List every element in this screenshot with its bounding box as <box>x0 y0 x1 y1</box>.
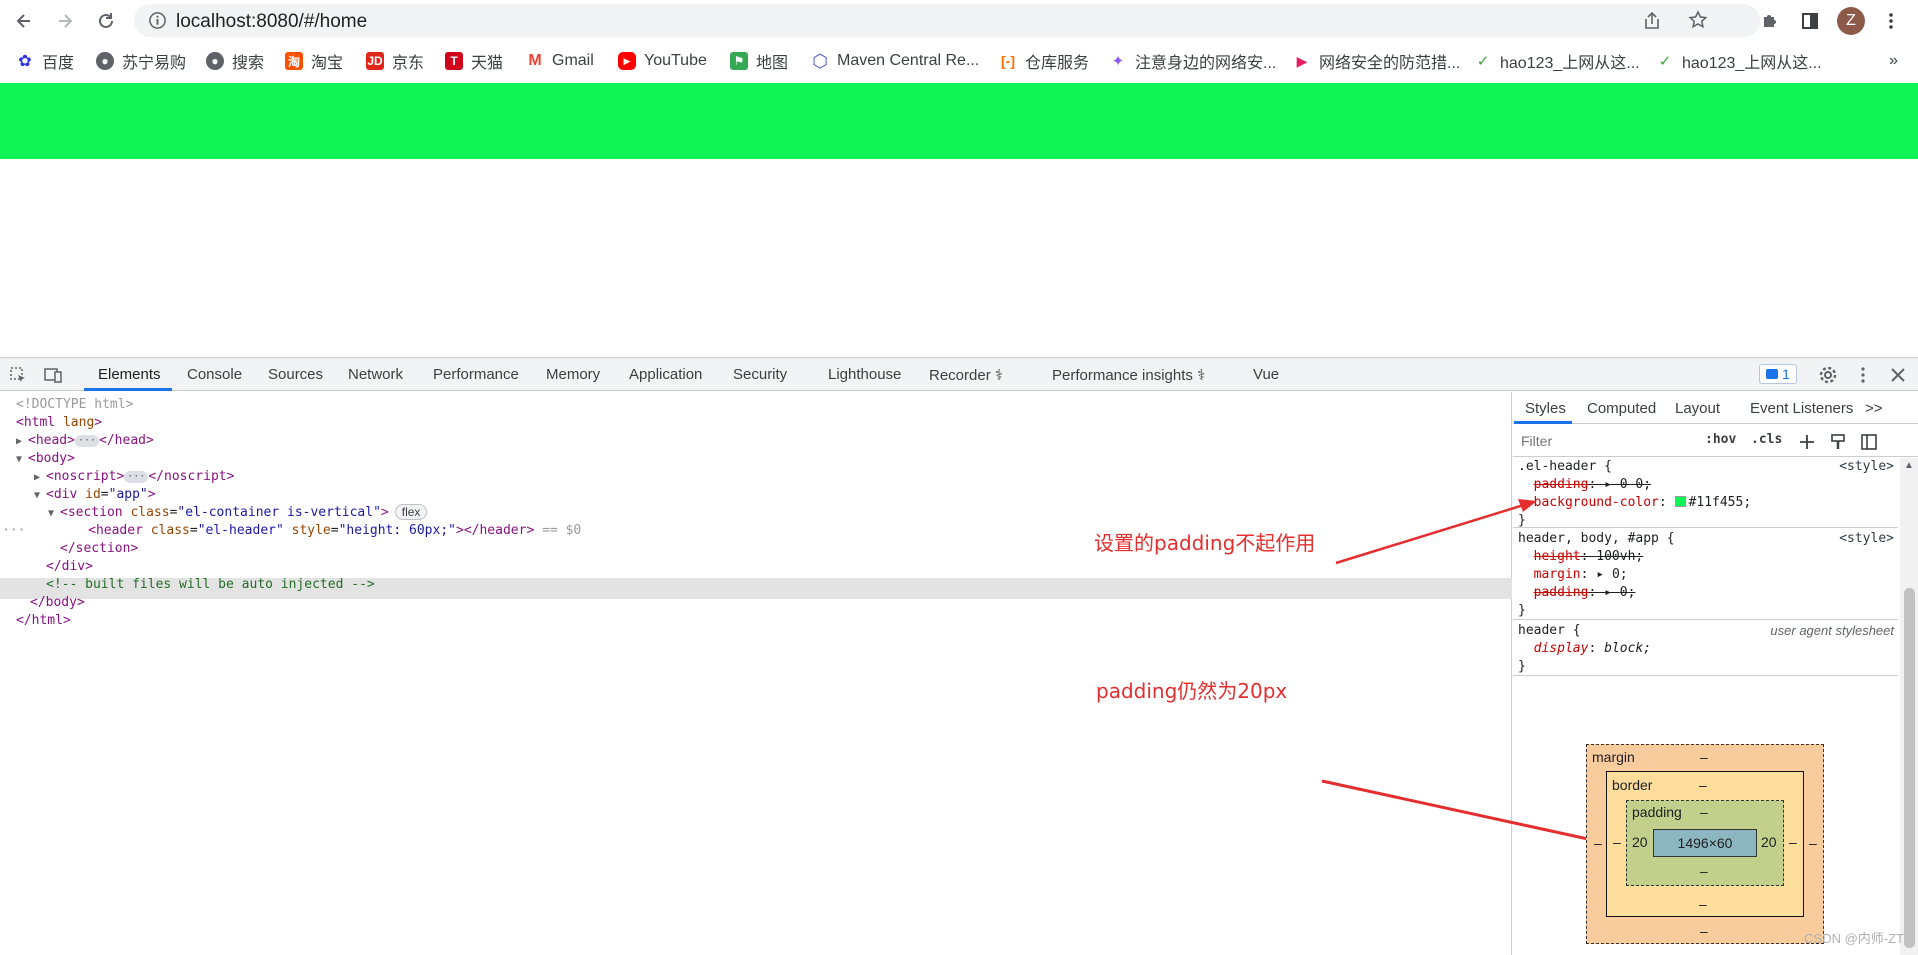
youtube-icon: ▶ <box>618 52 636 70</box>
side-panel-icon <box>1802 13 1818 29</box>
bookmark-label: 苏宁易购 <box>122 55 187 72</box>
reload-icon <box>99 13 113 28</box>
padding-label: padding <box>1632 804 1682 820</box>
bookmark-label: 仓库服务 <box>1025 55 1090 72</box>
page-el-header <box>0 83 1918 159</box>
margin-bottom-value[interactable]: – <box>1700 923 1708 939</box>
border-label: border <box>1612 777 1653 793</box>
bookmark-label: Maven Central Re... <box>837 52 980 69</box>
baidu-icon: ✿ <box>18 53 32 70</box>
border-right-value[interactable]: – <box>1789 834 1797 850</box>
tmall-icon: T <box>445 52 463 70</box>
page-main-area <box>0 159 1918 357</box>
bookmark-security-1[interactable]: ✦ 注意身边的网络安... <box>1109 50 1277 72</box>
bookmark-label: YouTube <box>644 52 707 69</box>
bookmark-baidu[interactable]: ✿ 百度 <box>16 50 74 72</box>
url-text[interactable]: localhost:8080/#/home <box>176 11 367 33</box>
info-icon[interactable] <box>148 11 167 30</box>
gmail-icon: M <box>528 52 542 69</box>
margin-label: margin <box>1592 749 1635 765</box>
bookmark-label: 百度 <box>42 55 75 72</box>
bookmark-tmall[interactable]: T 天猫 <box>445 50 503 72</box>
box-model-content[interactable]: 1496×60 <box>1653 829 1757 857</box>
bookmark-maps[interactable]: ⚑ 地图 <box>730 50 788 72</box>
bookmark-label: Gmail <box>552 52 594 69</box>
bilibili-icon: ✦ <box>1111 53 1125 70</box>
annotation-arrow-2 <box>1321 779 1621 848</box>
browser-menu-button[interactable] <box>1876 6 1906 36</box>
globe-icon: ● <box>96 52 114 70</box>
back-button[interactable] <box>9 6 39 36</box>
forward-button[interactable] <box>50 6 80 36</box>
bookmark-label: hao123_上网从这... <box>1682 55 1822 72</box>
puzzle-icon <box>1764 15 1776 27</box>
bookmark-taobao[interactable]: 淘淘宝 <box>285 50 343 72</box>
bookmark-label: 搜索 <box>232 55 265 72</box>
hao123-icon: ✓ <box>1658 53 1672 70</box>
bookmark-label: 网络安全的防范措... <box>1319 55 1461 72</box>
padding-left-value[interactable]: 20 <box>1632 834 1648 850</box>
annotation-arrow-1 <box>1335 502 1528 565</box>
kebab-menu-icon <box>1889 13 1893 29</box>
side-panel-button[interactable] <box>1795 6 1825 36</box>
share-icon[interactable] <box>1642 11 1662 31</box>
extensions-button[interactable] <box>1755 6 1785 36</box>
border-top-value[interactable]: – <box>1699 777 1707 793</box>
margin-top-value[interactable]: – <box>1700 749 1708 765</box>
aliyun-icon: [-] <box>1001 53 1015 69</box>
maps-icon: ⚑ <box>730 52 748 70</box>
globe-icon: ● <box>206 52 224 70</box>
address-bar[interactable]: localhost:8080/#/home <box>134 4 1760 37</box>
bookmark-label: 淘宝 <box>311 55 344 72</box>
bookmark-label: 注意身边的网络安... <box>1135 55 1277 72</box>
bookmark-suning[interactable]: ● 苏宁易购 <box>96 50 186 72</box>
bookmark-star-icon[interactable] <box>1688 10 1708 30</box>
border-left-value[interactable]: – <box>1613 834 1621 850</box>
bookmark-aliyun[interactable]: [-] 仓库服务 <box>999 50 1089 72</box>
hao123-icon: ✓ <box>1476 53 1490 70</box>
bookmark-gmail[interactable]: M Gmail <box>526 50 594 72</box>
bookmark-label: 地图 <box>756 55 789 72</box>
bookmark-search[interactable]: ● 搜索 <box>206 50 264 72</box>
bookmark-label: hao123_上网从这... <box>1500 55 1640 72</box>
back-arrow-icon <box>16 14 30 28</box>
margin-left-value[interactable]: – <box>1594 835 1602 851</box>
bookmark-label: 天猫 <box>471 55 504 72</box>
padding-right-value[interactable]: 20 <box>1761 834 1777 850</box>
bookmark-hao123-1[interactable]: ✓ hao123_上网从这... <box>1474 50 1640 72</box>
padding-top-value[interactable]: – <box>1700 804 1708 820</box>
play-icon: ▶ <box>1296 52 1308 69</box>
bookmark-label: 京东 <box>392 55 425 72</box>
profile-avatar[interactable]: Z <box>1837 7 1865 35</box>
border-bottom-value[interactable]: – <box>1699 896 1707 912</box>
forward-arrow-icon <box>59 14 73 28</box>
bookmarks-bar: ✿ 百度 ● 苏宁易购 ● 搜索 淘淘宝 JD 京东 T 天猫 M Gmail ▶ YouTu… <box>0 44 1918 78</box>
arrow-head-icon <box>1518 499 1537 512</box>
watermark-text: CSDN @内师-ZT <box>1804 931 1904 946</box>
reload-button[interactable] <box>91 6 121 36</box>
jd-icon: JD <box>366 52 384 70</box>
bookmark-youtube[interactable]: ▶ YouTube <box>618 50 707 72</box>
browser-toolbar: localhost:8080/#/home Z <box>0 0 1918 41</box>
padding-bottom-value[interactable]: – <box>1700 863 1708 879</box>
maven-icon: ⬡ <box>812 50 828 71</box>
bookmark-hao123-2[interactable]: ✓ hao123_上网从这... <box>1656 50 1822 72</box>
bookmark-jd[interactable]: JD 京东 <box>366 50 424 72</box>
bookmark-security-2[interactable]: ▶ 网络安全的防范措... <box>1293 50 1461 73</box>
bookmark-maven[interactable]: ⬡ Maven Central Re... <box>811 50 979 72</box>
margin-right-value[interactable]: – <box>1809 835 1817 851</box>
bookmarks-overflow-button[interactable]: » <box>1889 52 1898 70</box>
taobao-icon: 淘 <box>285 52 303 70</box>
